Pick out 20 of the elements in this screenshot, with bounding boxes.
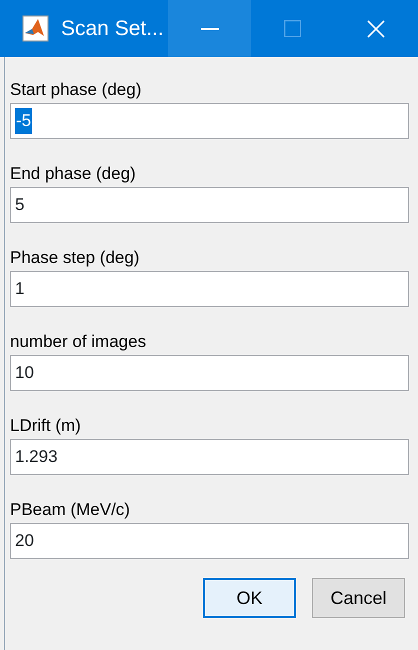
field-label: LDrift (m) [10,415,82,437]
field-label: PBeam (MeV/c) [10,499,131,521]
close-icon [367,20,385,38]
field-label: End phase (deg) [10,163,137,185]
input-field[interactable]: 5 [10,187,409,223]
field-label: Start phase (deg) [10,79,142,101]
window-title: Scan Set... [61,16,165,42]
minimize-icon [200,28,218,30]
minimize-button[interactable] [168,0,251,57]
input-field[interactable]: 1.293 [10,439,409,475]
input-field[interactable]: 20 [10,523,409,559]
field-label: number of images [10,331,148,353]
app-icon [22,15,49,42]
input-field[interactable]: 1 [10,271,409,307]
input-field[interactable]: -5 [10,103,409,139]
input-field[interactable]: 10 [10,355,409,391]
cancel-button[interactable]: Cancel [312,578,405,618]
field-label: Phase step (deg) [10,247,140,269]
maximize-icon [284,20,302,38]
ok-button[interactable]: OK [203,578,296,618]
